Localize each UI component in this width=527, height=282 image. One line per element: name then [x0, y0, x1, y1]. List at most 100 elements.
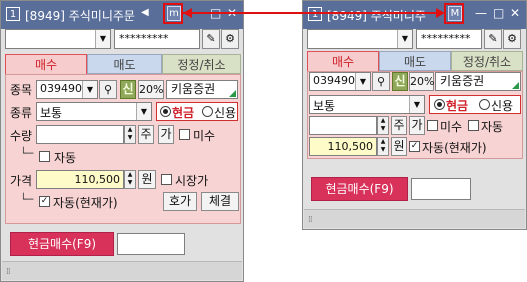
close-icon[interactable]: ✕: [510, 6, 520, 20]
tab-buy[interactable]: 매수: [307, 51, 379, 71]
resize-grip-icon[interactable]: ⁞⁞: [6, 267, 11, 277]
cash-buy-button[interactable]: 현금매수(F9): [311, 177, 408, 201]
minimize-icon[interactable]: —: [475, 6, 487, 20]
market-price-label: 시장가: [175, 174, 209, 188]
price-label: 가격: [10, 174, 33, 188]
auto-qty-checkbox[interactable]: [468, 120, 479, 131]
stock-name: 키움증권: [171, 82, 216, 96]
share-unit-button[interactable]: 주: [138, 125, 154, 144]
highlight-box-left: [163, 3, 183, 24]
tab-modify-cancel[interactable]: 정정/취소: [162, 54, 241, 74]
tab-buy[interactable]: 매수: [5, 54, 87, 74]
quantity-input[interactable]: [309, 116, 377, 135]
unfilled-checkbox[interactable]: [179, 129, 190, 140]
auto-current-label: 자동(현재가): [422, 141, 487, 155]
arrow-head-right-icon: [436, 8, 445, 18]
price-unit-button[interactable]: 가: [409, 116, 425, 135]
chevron-down-icon[interactable]: ▼: [409, 96, 424, 113]
chevron-down-icon[interactable]: ▼: [95, 30, 110, 48]
stock-code-combo[interactable]: 039490 ▼: [309, 72, 371, 91]
auto-current-checkbox[interactable]: ✓: [409, 141, 420, 152]
tab-modify-cancel[interactable]: 정정/취소: [451, 51, 523, 71]
auto-current-label: 자동(현재가): [53, 196, 118, 210]
resize-grip-icon[interactable]: ⁞⁞: [308, 215, 313, 225]
radio-credit[interactable]: [479, 99, 490, 110]
stock-name-field: 키움증권: [166, 80, 238, 99]
stock-code-value: 039490: [313, 74, 355, 87]
auto-current-checkbox[interactable]: ✓: [39, 196, 50, 207]
quantity-input[interactable]: [36, 125, 124, 144]
auto-qty-checkbox[interactable]: [39, 151, 50, 162]
chevron-down-icon[interactable]: ▼: [355, 73, 370, 90]
stock-code-combo[interactable]: 039490 ▼: [36, 80, 98, 99]
password-field[interactable]: *********: [114, 29, 200, 49]
margin-rate-badge: 20%: [138, 80, 164, 99]
unfilled-label: 미수: [440, 120, 463, 134]
radio-credit-label: 신용: [214, 106, 237, 120]
unfilled-label: 미수: [193, 129, 216, 143]
buy-panel: 종목 039490 ▼ ⚲ 신 20% 키움증권 종류 보통 ▼ 현금 신용 수…: [5, 74, 241, 224]
mini-order-window-right: 1 [8949] 주식미니주 M — □ ✕ ▼ ********* ✎ ⚙ 매…: [302, 0, 527, 230]
price-input[interactable]: 110,500: [36, 170, 124, 189]
price-input[interactable]: 110,500: [309, 137, 377, 156]
won-button[interactable]: 원: [391, 137, 407, 156]
gear-icon[interactable]: ⚙: [221, 29, 239, 49]
auto-qty-label: 자동: [481, 120, 504, 134]
corner-marker-icon: [512, 82, 519, 89]
password-field[interactable]: *********: [416, 29, 482, 49]
quote-button[interactable]: 호가: [163, 192, 197, 211]
qty-label: 수량: [10, 129, 33, 143]
chevron-down-icon[interactable]: ▼: [82, 81, 97, 98]
window-number-icon: 1: [308, 7, 322, 21]
credit-button[interactable]: 신: [120, 80, 136, 99]
type-label: 종류: [10, 106, 33, 120]
eraser-icon[interactable]: ✎: [484, 29, 502, 49]
order-type-combo[interactable]: 보통 ▼: [36, 102, 152, 121]
stock-name: 키움증권: [440, 74, 485, 88]
unfilled-checkbox[interactable]: [427, 120, 438, 131]
mini-order-window-left: 1 [8949] 주식미니주문 ◀ m — □ ✕ ▼ ********* ✎ …: [0, 0, 244, 282]
eraser-icon[interactable]: ✎: [202, 29, 220, 49]
tab-sell[interactable]: 매도: [87, 54, 162, 74]
market-price-checkbox[interactable]: [161, 174, 172, 185]
won-button[interactable]: 원: [138, 170, 156, 189]
radio-cash-label: 현금: [446, 99, 469, 113]
credit-button[interactable]: 신: [392, 72, 408, 91]
price-stepper[interactable]: ▲ ▼: [377, 137, 389, 156]
account-combo[interactable]: ▼: [307, 29, 413, 49]
maximize-icon[interactable]: □: [493, 6, 504, 20]
price-stepper[interactable]: ▲ ▼: [124, 170, 136, 189]
account-combo[interactable]: ▼: [5, 29, 111, 49]
corner-marker-icon: [229, 90, 236, 97]
cash-buy-button[interactable]: 현금매수(F9): [10, 232, 114, 256]
margin-rate-badge: 20%: [409, 72, 434, 91]
radio-credit[interactable]: [202, 106, 213, 117]
gear-icon[interactable]: ⚙: [503, 29, 521, 49]
radio-cash[interactable]: [160, 106, 171, 117]
chevron-down-icon[interactable]: ▼: [136, 103, 151, 120]
title-bar[interactable]: 1 [8949] 주식미니주 M — □ ✕: [303, 1, 526, 29]
radio-cash[interactable]: [434, 99, 445, 110]
auto-qty-label: 자동: [54, 151, 77, 165]
collapse-arrow-icon[interactable]: ◀: [141, 7, 149, 18]
window-title: [8949] 주식미니주문: [25, 9, 135, 23]
title-bar[interactable]: 1 [8949] 주식미니주문 ◀ m — □ ✕: [1, 1, 243, 29]
quantity-stepper[interactable]: ▲ ▼: [124, 125, 136, 144]
tree-connector: └─: [20, 147, 34, 160]
price-unit-button[interactable]: 가: [158, 125, 174, 144]
window-title: [8949] 주식미니주: [327, 9, 426, 23]
search-icon[interactable]: ⚲: [99, 80, 117, 99]
search-icon[interactable]: ⚲: [372, 72, 390, 91]
order-result-field: [117, 233, 185, 255]
cash-credit-group: 현금 신용: [429, 95, 521, 114]
share-unit-button[interactable]: 주: [391, 116, 407, 135]
highlight-box-right: [444, 3, 464, 24]
order-type-value: 보통: [313, 99, 336, 113]
order-type-combo[interactable]: 보통 ▼: [309, 95, 425, 114]
chevron-down-icon[interactable]: ▼: [397, 30, 412, 48]
fill-button[interactable]: 체결: [201, 192, 239, 211]
quantity-stepper[interactable]: ▲ ▼: [377, 116, 389, 135]
tab-sell[interactable]: 매도: [379, 51, 451, 71]
order-result-field: [411, 178, 471, 200]
radio-cash-label: 현금: [172, 106, 195, 120]
